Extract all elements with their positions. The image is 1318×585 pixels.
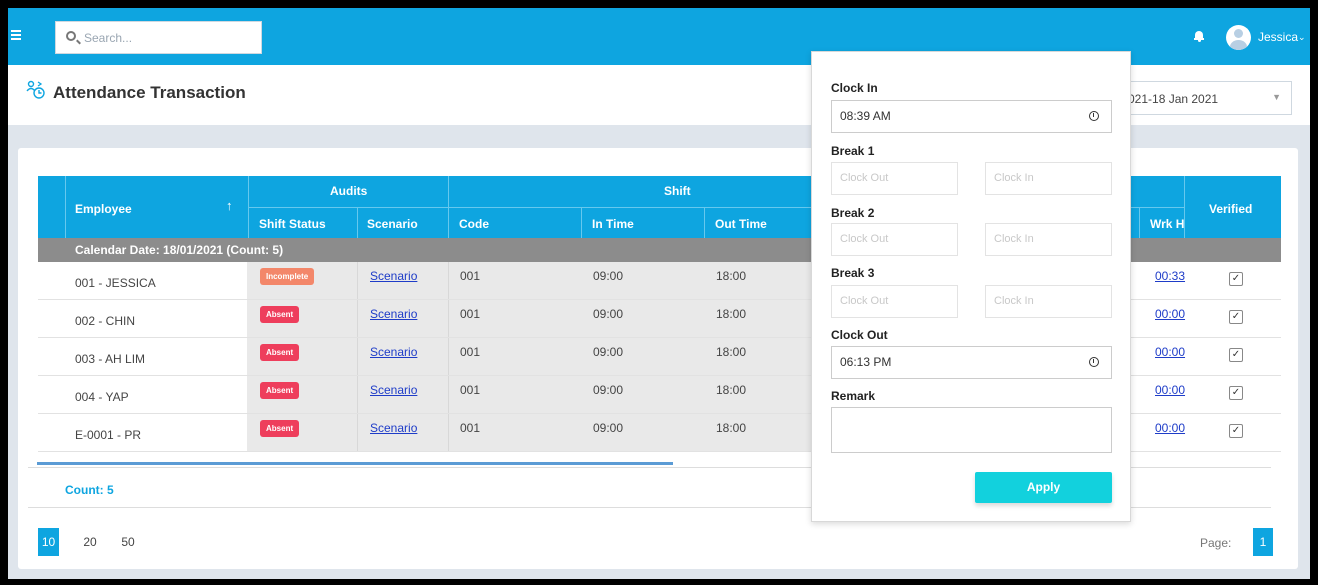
code-cell: 001 [460,383,481,397]
time-edit-popup: Clock In 08:39 AM Break 1 Clock Out Cloc… [811,51,1131,522]
search-input[interactable] [84,28,254,48]
wrk-hours-link[interactable]: 00:00 [1155,345,1185,359]
verified-checkbox[interactable]: ✓ [1229,272,1243,286]
clock-in-input[interactable]: 08:39 AM [831,100,1112,133]
page-1-button[interactable]: 1 [1253,528,1273,556]
verified-checkbox[interactable]: ✓ [1229,348,1243,362]
clock-out-label: Clock Out [831,328,888,342]
scenario-link[interactable]: Scenario [370,421,417,435]
horizontal-scrollbar[interactable] [37,462,673,465]
code-cell: 001 [460,421,481,435]
wrk-hours-link[interactable]: 00:00 [1155,307,1185,321]
status-badge: Absent [260,306,300,323]
employee-cell: 003 - AH LIM [75,352,146,366]
status-badge: Absent [260,420,300,437]
app-frame: Jessica ⌄ Attendance Transaction 021-18 … [8,8,1310,579]
menu-icon[interactable] [11,30,21,40]
break-1-out-input[interactable]: Clock Out [831,162,958,195]
status-badge: Absent [260,382,300,399]
col-in-time[interactable]: In Time [592,217,634,231]
status-badge: Absent [260,344,300,361]
col-employee[interactable]: Employee [75,202,132,216]
chevron-down-icon[interactable]: ⌄ [1298,32,1306,43]
col-scenario[interactable]: Scenario [367,217,418,231]
col-verified[interactable]: Verified [1209,202,1252,216]
break-1-label: Break 1 [831,144,875,158]
scenario-link[interactable]: Scenario [370,383,417,397]
sort-arrow-icon[interactable]: ↑ [226,198,233,213]
code-cell: 001 [460,269,481,283]
break-3-in-input[interactable]: Clock In [985,285,1112,318]
clock-in-label: Clock In [831,81,878,95]
col-shift-status[interactable]: Shift Status [259,217,326,231]
verified-checkbox[interactable]: ✓ [1229,424,1243,438]
out-time-cell: 18:00 [716,345,747,359]
scenario-link[interactable]: Scenario [370,345,417,359]
employee-cell: E-0001 - PR [75,428,142,442]
clock-icon[interactable] [1089,357,1099,367]
break-2-label: Break 2 [831,206,875,220]
in-time-cell: 09:00 [593,269,624,283]
break-3-out-input[interactable]: Clock Out [831,285,958,318]
search-box[interactable] [55,21,262,54]
remark-label: Remark [831,389,876,403]
scenario-link[interactable]: Scenario [370,307,417,321]
apply-button[interactable]: Apply [975,472,1112,503]
employee-cell: 002 - CHIN [75,314,136,328]
group-label: Calendar Date: 18/01/2021 (Count: 5) [75,243,284,257]
break-1-in-input[interactable]: Clock In [985,162,1112,195]
search-icon [66,31,76,41]
verified-checkbox[interactable]: ✓ [1229,310,1243,324]
out-time-cell: 18:00 [716,383,747,397]
avatar[interactable] [1226,25,1251,50]
count-label: Count: 5 [65,483,114,497]
wrk-hours-link[interactable]: 00:00 [1155,421,1185,435]
clock-icon[interactable] [1089,111,1099,121]
clock-out-value: 06:13 PM [840,355,892,369]
col-group-shift: Shift [664,184,691,198]
date-range-select[interactable]: 021-18 Jan 2021 ▼ [1121,81,1292,115]
page-size-20[interactable]: 20 [80,528,100,556]
popup-pointer [1131,285,1138,299]
scenario-link[interactable]: Scenario [370,269,417,283]
page-size-10[interactable]: 10 [38,528,59,556]
in-time-cell: 09:00 [593,383,624,397]
page-size-50[interactable]: 50 [118,528,138,556]
dropdown-arrow-icon: ▼ [1272,92,1281,102]
notification-bell-icon[interactable] [1194,31,1204,42]
in-time-cell: 09:00 [593,345,624,359]
out-time-cell: 18:00 [716,307,747,321]
out-time-cell: 18:00 [716,269,747,283]
col-wrk-h[interactable]: Wrk H [1150,217,1184,231]
remark-textarea[interactable] [831,407,1112,453]
clock-in-value: 08:39 AM [840,109,891,123]
in-time-cell: 09:00 [593,307,624,321]
verified-checkbox[interactable]: ✓ [1229,386,1243,400]
break-3-label: Break 3 [831,266,875,280]
page-title: Attendance Transaction [53,83,246,102]
col-group-audits: Audits [330,184,368,198]
date-range-value: 021-18 Jan 2021 [1128,92,1219,106]
col-code[interactable]: Code [459,217,489,231]
break-2-in-input[interactable]: Clock In [985,223,1112,256]
code-cell: 001 [460,307,481,321]
in-time-cell: 09:00 [593,421,624,435]
code-cell: 001 [460,345,481,359]
employee-cell: 004 - YAP [75,390,129,404]
attendance-icon [26,80,45,99]
employee-cell: 001 - JESSICA [75,276,156,290]
col-out-time[interactable]: Out Time [715,217,767,231]
wrk-hours-link[interactable]: 00:00 [1155,383,1185,397]
status-badge: Incomplete [260,268,315,285]
out-time-cell: 18:00 [716,421,747,435]
clock-out-input[interactable]: 06:13 PM [831,346,1112,379]
username[interactable]: Jessica [1258,30,1298,44]
page-label: Page: [1200,536,1232,550]
wrk-hours-link[interactable]: 00:33 [1155,269,1185,283]
break-2-out-input[interactable]: Clock Out [831,223,958,256]
